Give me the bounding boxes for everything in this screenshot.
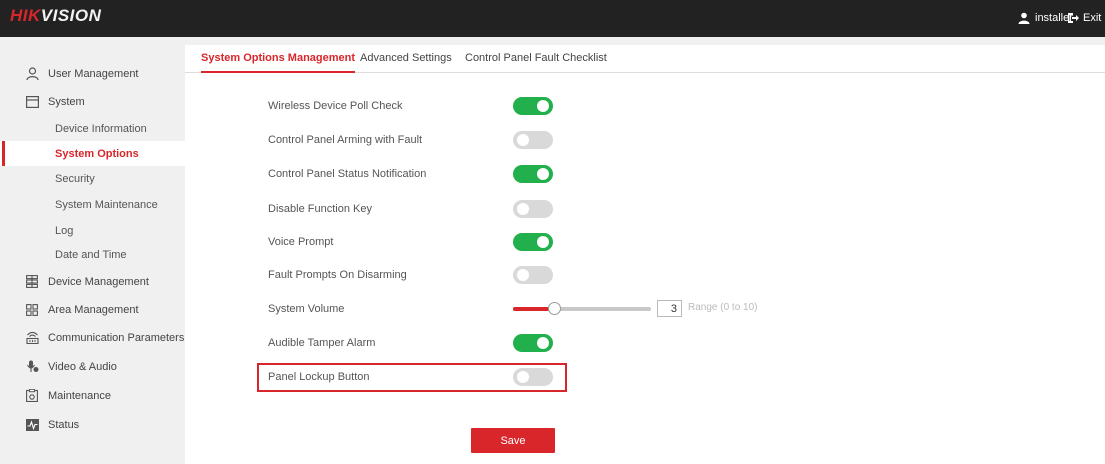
sidebar-subitem-security[interactable]: Security xyxy=(0,166,185,191)
tab-system-options-management[interactable]: System Options Management xyxy=(201,52,356,73)
device-grid-icon xyxy=(25,275,39,289)
toggle-control-panel-arming-with-fault[interactable] xyxy=(513,131,553,149)
current-user[interactable]: installer xyxy=(1018,12,1073,24)
exit-button[interactable]: Exit xyxy=(1067,12,1101,24)
network-icon xyxy=(25,331,39,345)
option-label-audible-tamper-alarm: Audible Tamper Alarm xyxy=(268,337,376,349)
toggle-voice-prompt[interactable] xyxy=(513,233,553,251)
hikvision-logo: HIKVISION xyxy=(10,6,101,26)
main-panel: System Options Management Advanced Setti… xyxy=(185,45,1105,464)
sidebar-sublabel: Device Information xyxy=(55,122,147,135)
sidebar-sublabel: Security xyxy=(55,172,95,185)
option-label-voice-prompt: Voice Prompt xyxy=(268,236,334,248)
tab-advanced-settings[interactable]: Advanced Settings xyxy=(360,52,452,73)
option-label-system-volume: System Volume xyxy=(268,303,345,315)
sidebar-label: Communication Parameters xyxy=(48,331,185,344)
volume-slider[interactable] xyxy=(513,302,651,315)
sidebar-label: System xyxy=(48,95,85,108)
toggle-knob xyxy=(517,269,529,281)
tab-bar: System Options Management Advanced Setti… xyxy=(185,45,1105,73)
sidebar-label: Status xyxy=(48,418,80,431)
logo-hik-text: HIK xyxy=(10,6,41,25)
save-button[interactable]: Save xyxy=(471,428,555,453)
sidebar-item-area-management[interactable]: Area Management xyxy=(0,297,185,322)
maintenance-icon xyxy=(25,389,39,403)
sidebar-label: Maintenance xyxy=(48,389,111,402)
volume-slider-handle[interactable] xyxy=(548,302,561,315)
sidebar-item-maintenance[interactable]: Maintenance xyxy=(0,383,185,408)
sidebar-sublabel: System Maintenance xyxy=(55,198,158,211)
status-monitor-icon xyxy=(25,418,39,432)
toggle-panel-lockup-button[interactable] xyxy=(513,368,553,386)
sidebar-sublabel: System Options xyxy=(55,147,139,160)
option-label-panel-lockup-button: Panel Lockup Button xyxy=(268,371,370,383)
sidebar-label: Device Management xyxy=(48,275,149,288)
sidebar-item-video-audio[interactable]: Video & Audio xyxy=(0,354,185,379)
toggle-disable-function-key[interactable] xyxy=(513,200,553,218)
sidebar-subitem-system-options[interactable]: System Options xyxy=(0,141,185,166)
sidebar-label: Area Management xyxy=(48,303,139,316)
sidebar-subitem-date-and-time[interactable]: Date and Time xyxy=(0,242,185,267)
sidebar-sublabel: Log xyxy=(55,224,74,237)
sidebar-item-user-management[interactable]: User Management xyxy=(0,61,185,86)
volume-input[interactable] xyxy=(657,300,682,317)
option-label-fault-prompts-on-disarming: Fault Prompts On Disarming xyxy=(268,269,407,281)
toggle-knob xyxy=(537,337,549,349)
toggle-knob xyxy=(517,203,529,215)
volume-range-hint: Range (0 to 10) xyxy=(688,302,758,313)
toggle-knob xyxy=(517,371,529,383)
toggle-knob xyxy=(517,134,529,146)
sidebar-item-status[interactable]: Status xyxy=(0,412,185,437)
sidebar-item-device-management[interactable]: Device Management xyxy=(0,269,185,294)
top-bar: HIKVISION installer Exit xyxy=(0,0,1105,37)
exit-icon xyxy=(1068,13,1079,23)
sidebar-item-communication-parameters[interactable]: Communication Parameters xyxy=(0,325,185,350)
sidebar-subitem-log[interactable]: Log xyxy=(0,218,185,243)
toggle-control-panel-status-notification[interactable] xyxy=(513,165,553,183)
user-outline-icon xyxy=(25,67,39,81)
toggle-wireless-device-poll-check[interactable] xyxy=(513,97,553,115)
video-audio-icon xyxy=(25,360,39,374)
option-label-control-panel-status-notification: Control Panel Status Notification xyxy=(268,168,427,180)
option-label-control-panel-arming-with-fault: Control Panel Arming with Fault xyxy=(268,134,423,146)
option-label-disable-function-key: Disable Function Key xyxy=(268,203,372,215)
toggle-knob xyxy=(537,168,549,180)
exit-label: Exit xyxy=(1083,12,1102,24)
sidebar-item-system[interactable]: System xyxy=(0,89,185,114)
sidebar-sublabel: Date and Time xyxy=(55,248,127,261)
system-window-icon xyxy=(25,95,39,109)
toggle-knob xyxy=(537,100,549,112)
option-label-wireless-device-poll-check: Wireless Device Poll Check xyxy=(268,100,403,112)
logo-vision-text: VISION xyxy=(40,6,102,25)
sidebar-subitem-device-information[interactable]: Device Information xyxy=(0,116,185,141)
sidebar-label: Video & Audio xyxy=(48,360,117,373)
tab-control-panel-fault-checklist[interactable]: Control Panel Fault Checklist xyxy=(465,52,607,73)
sidebar-label: User Management xyxy=(48,67,139,80)
toggle-audible-tamper-alarm[interactable] xyxy=(513,334,553,352)
user-icon xyxy=(1018,12,1030,24)
toggle-fault-prompts-on-disarming[interactable] xyxy=(513,266,553,284)
sidebar: User Management System Device Informatio… xyxy=(0,37,185,464)
sidebar-subitem-system-maintenance[interactable]: System Maintenance xyxy=(0,192,185,217)
toggle-knob xyxy=(537,236,549,248)
area-grid-icon xyxy=(25,303,39,317)
